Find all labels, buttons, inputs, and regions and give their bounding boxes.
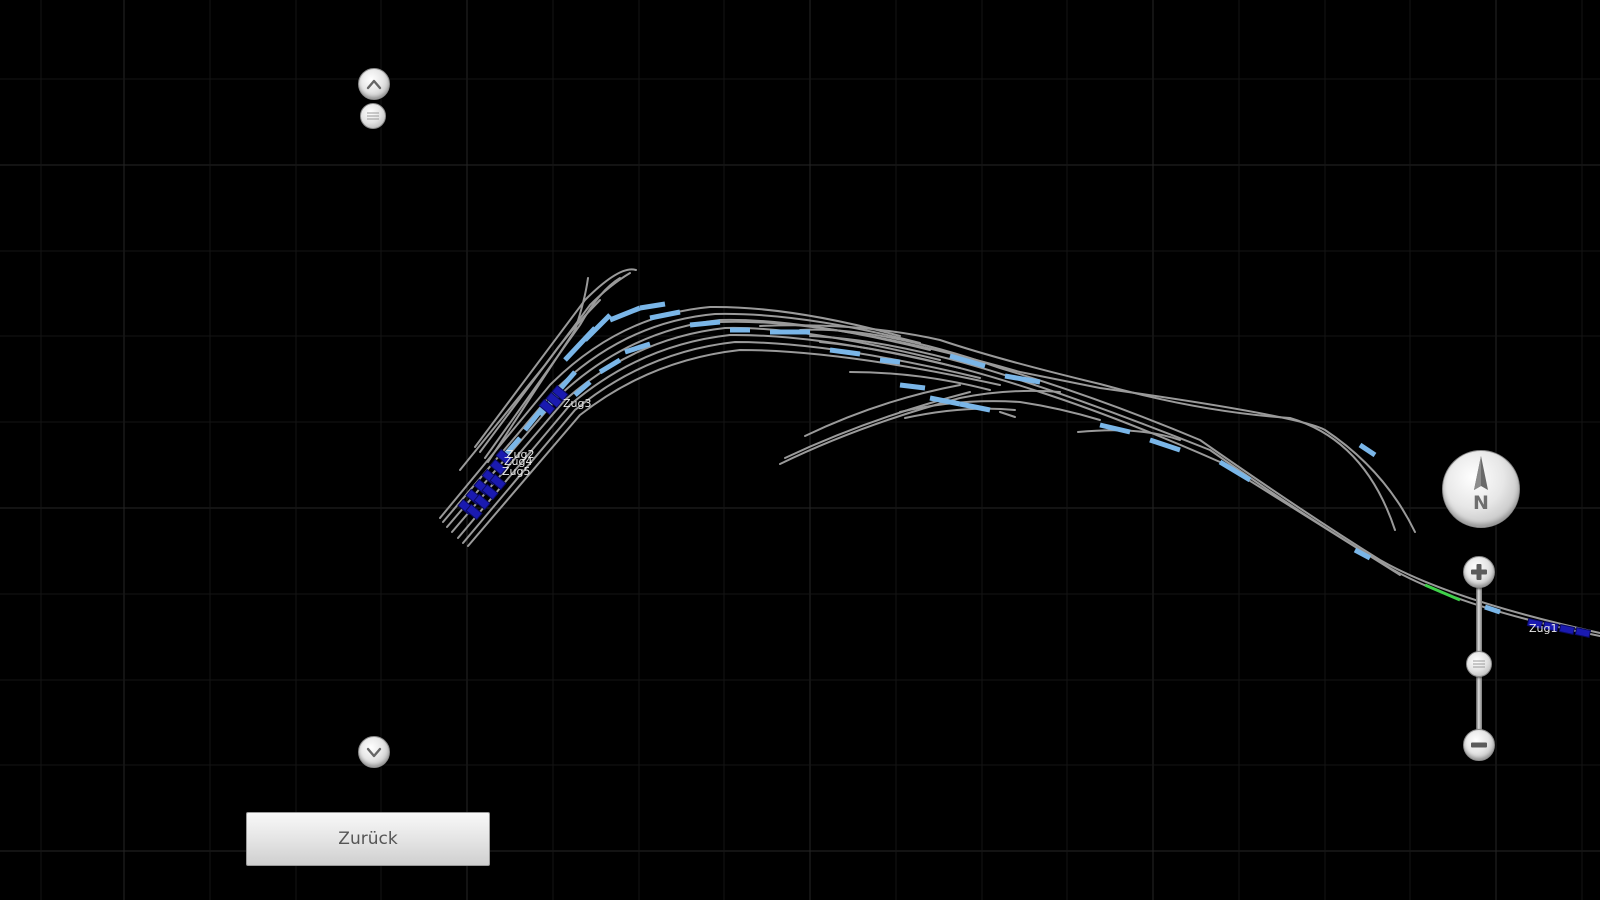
- chevron-up-icon: [366, 79, 382, 90]
- chevron-down-icon: [366, 747, 382, 758]
- train-label[interactable]: Zug5: [502, 465, 531, 478]
- track-lines: [439, 268, 1600, 637]
- back-button[interactable]: Zurück: [246, 812, 490, 866]
- scroll-down-button[interactable]: [358, 736, 390, 768]
- plus-icon: [1471, 564, 1487, 580]
- zoom-in-button[interactable]: [1463, 556, 1495, 588]
- train-blocks: [457, 384, 1592, 638]
- scroll-up-button[interactable]: [358, 68, 390, 100]
- north-arrow-icon: [1474, 456, 1488, 490]
- train-label[interactable]: Zug3: [563, 397, 592, 410]
- zoom-slider-thumb[interactable]: [1466, 651, 1492, 677]
- train-label[interactable]: Zug1: [1529, 622, 1558, 635]
- compass-button[interactable]: N: [1442, 450, 1520, 528]
- occupied-sections: [503, 301, 1501, 615]
- scroll-thumb[interactable]: [360, 103, 386, 129]
- track-layout[interactable]: Zug3 Zug2 Zug4 Zug5 Zug1: [0, 0, 1600, 900]
- track-map-view[interactable]: Zug3 Zug2 Zug4 Zug5 Zug1 N Zurück: [0, 0, 1600, 900]
- compass-letter: N: [1473, 492, 1489, 514]
- grip-icon: [1473, 660, 1485, 668]
- minus-icon: [1471, 742, 1487, 748]
- grip-icon: [367, 112, 379, 120]
- zoom-out-button[interactable]: [1463, 729, 1495, 761]
